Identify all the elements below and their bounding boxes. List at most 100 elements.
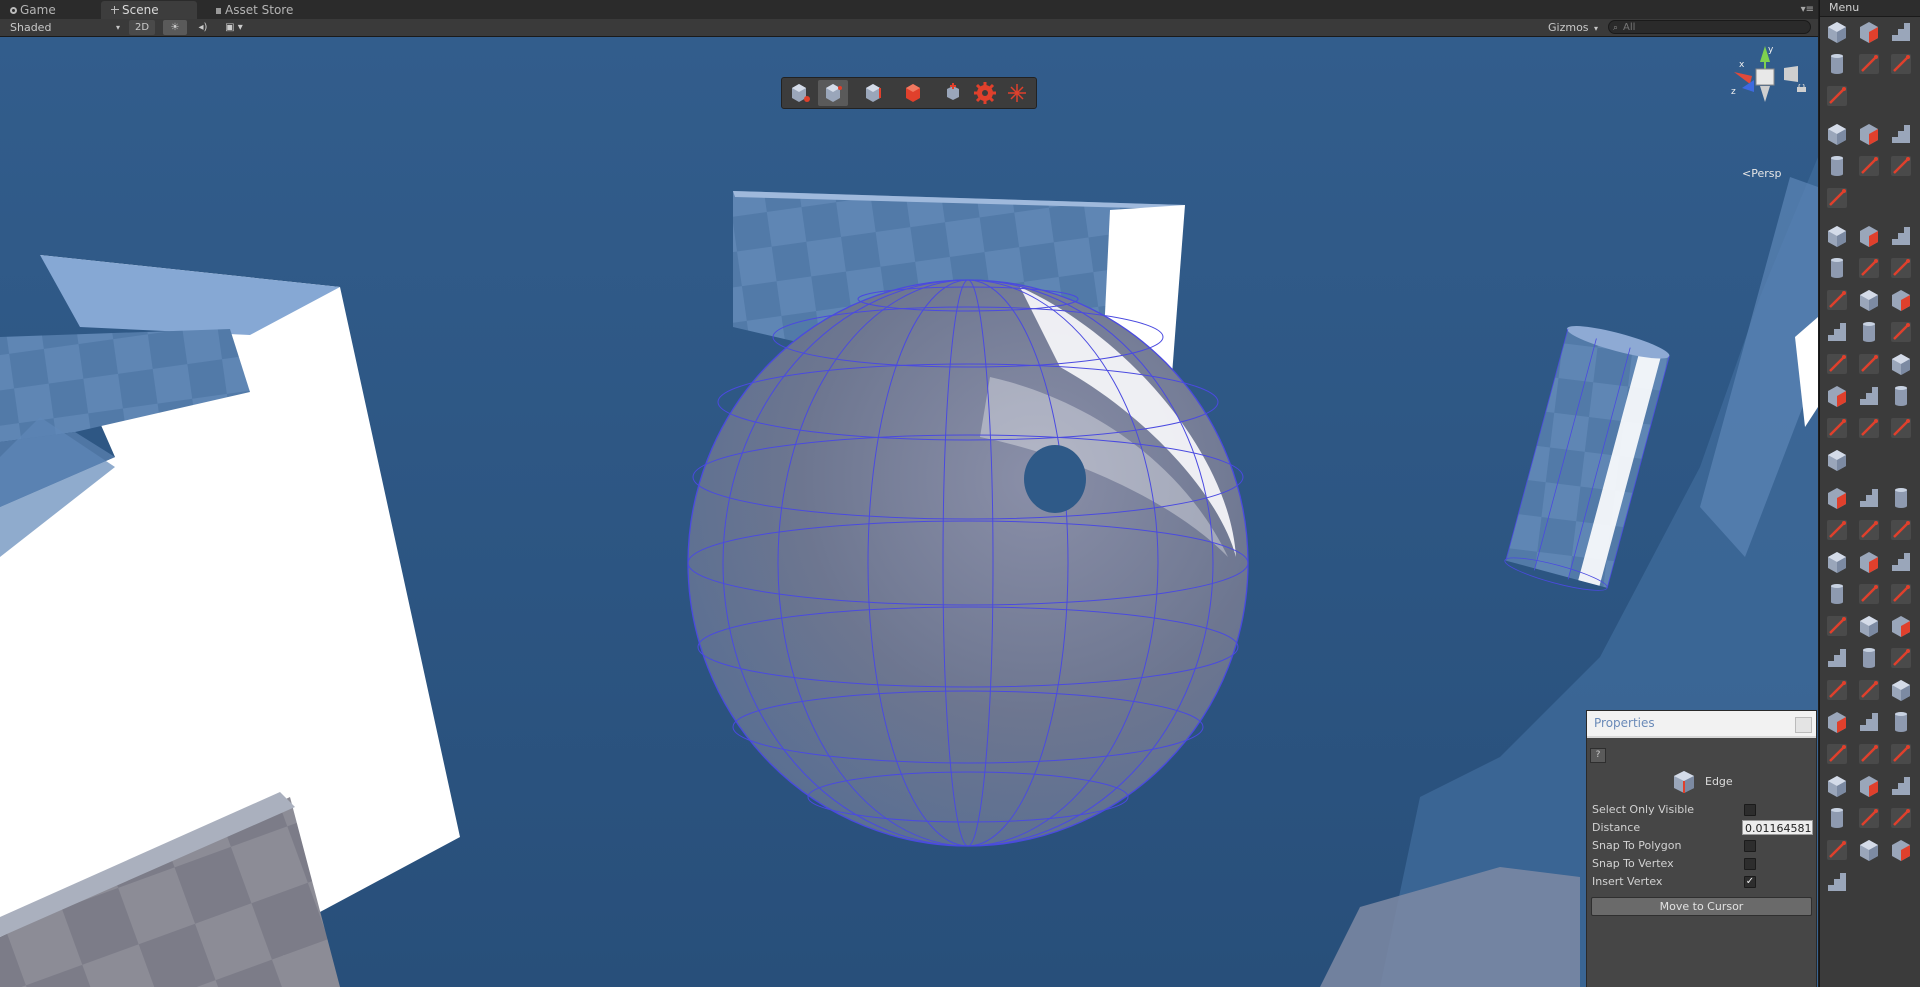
tool-pen-icon[interactable] [1856, 741, 1882, 767]
object-mode-button[interactable] [784, 80, 814, 106]
tool-arrow-icon[interactable] [1824, 83, 1850, 109]
tab-scene[interactable]: Scene [101, 1, 197, 19]
tool-arrow-icon[interactable] [1888, 741, 1914, 767]
tool-cube-icon[interactable] [1856, 287, 1882, 313]
tab-options-menu-icon[interactable]: ▾≡ [1801, 4, 1814, 15]
tool-stairs-icon[interactable] [1824, 645, 1850, 671]
tool-cylinder-icon[interactable] [1888, 485, 1914, 511]
tool-stairs-icon[interactable] [1888, 549, 1914, 575]
tab-asset-store[interactable]: Asset Store [206, 1, 316, 19]
tool-cube-red-icon[interactable] [1824, 485, 1850, 511]
tool-cube-icon[interactable] [1824, 447, 1850, 473]
scene-effects-dropdown[interactable]: ▣ ▾ [219, 20, 249, 35]
face-mode-button[interactable] [898, 80, 928, 106]
tool-gear-icon[interactable] [1856, 255, 1882, 281]
tool-pen-icon[interactable] [1888, 581, 1914, 607]
tool-cube-red-icon[interactable] [1824, 383, 1850, 409]
tool-cube-icon[interactable] [1856, 613, 1882, 639]
tool-stairs-icon[interactable] [1856, 485, 1882, 511]
scene-search-input[interactable]: ⌕ All [1608, 20, 1811, 34]
tool-cube-red-icon[interactable] [1824, 709, 1850, 735]
select-only-visible-checkbox[interactable] [1744, 804, 1756, 816]
tool-cube-icon[interactable] [1824, 19, 1850, 45]
gizmos-dropdown[interactable]: Gizmos ▾ [1548, 19, 1604, 36]
tool-cube-red-icon[interactable] [1888, 287, 1914, 313]
orientation-gizmo[interactable]: x y z [1728, 42, 1802, 112]
tool-gear-icon[interactable] [1856, 153, 1882, 179]
tool-cube-icon[interactable] [1824, 223, 1850, 249]
tool-gear-icon[interactable] [1856, 581, 1882, 607]
tool-stairs-icon[interactable] [1888, 121, 1914, 147]
tool-pen-icon[interactable] [1888, 255, 1914, 281]
tool-cube-red-icon[interactable] [1856, 121, 1882, 147]
shading-mode-dropdown[interactable]: Shaded ▾ [10, 19, 122, 36]
tool-gear-icon[interactable] [1824, 517, 1850, 543]
tool-cube-icon[interactable] [1888, 351, 1914, 377]
tool-cube-icon[interactable] [1824, 773, 1850, 799]
tool-arrow-icon[interactable] [1856, 677, 1882, 703]
tool-gear-icon[interactable] [1888, 319, 1914, 345]
tool-pen-icon[interactable] [1824, 677, 1850, 703]
tool-cube-red-icon[interactable] [1856, 773, 1882, 799]
tool-arrow-icon[interactable] [1824, 185, 1850, 211]
tool-gear-icon[interactable] [1824, 415, 1850, 441]
tool-cylinder-icon[interactable] [1888, 383, 1914, 409]
pivot-button[interactable] [938, 80, 968, 106]
tool-cube-red-icon[interactable] [1856, 19, 1882, 45]
tool-gear-icon[interactable] [1856, 805, 1882, 831]
insert-vertex-checkbox[interactable]: ✓ [1744, 876, 1756, 888]
tool-pen-icon[interactable] [1888, 51, 1914, 77]
settings-button[interactable] [970, 80, 1000, 106]
tool-arrow-icon[interactable] [1888, 415, 1914, 441]
tool-cube-icon[interactable] [1888, 677, 1914, 703]
distance-field[interactable]: 0.01164581 [1742, 820, 1813, 835]
properties-title-bar[interactable]: Properties [1587, 711, 1816, 738]
tool-stairs-icon[interactable] [1888, 773, 1914, 799]
tool-pen-icon[interactable] [1824, 351, 1850, 377]
tool-cube-red-icon[interactable] [1888, 613, 1914, 639]
vertex-mode-button[interactable] [818, 80, 848, 106]
tool-stairs-icon[interactable] [1824, 869, 1850, 895]
tool-pen-icon[interactable] [1888, 153, 1914, 179]
tab-game[interactable]: Game [0, 1, 80, 19]
tool-cube-icon[interactable] [1856, 837, 1882, 863]
tool-cube-icon[interactable] [1824, 121, 1850, 147]
scene-viewport[interactable]: x y z <Persp Properties ? Edge Select On… [0, 37, 1818, 987]
tool-cylinder-icon[interactable] [1888, 709, 1914, 735]
tool-cylinder-icon[interactable] [1824, 153, 1850, 179]
tool-cube-icon[interactable] [1824, 549, 1850, 575]
tool-arrow-icon[interactable] [1856, 351, 1882, 377]
projection-toggle[interactable]: <Persp [1742, 167, 1781, 180]
tool-pen-icon[interactable] [1856, 415, 1882, 441]
tool-arrow-icon[interactable] [1888, 517, 1914, 543]
snap-to-vertex-checkbox[interactable] [1744, 858, 1756, 870]
tool-arrow-icon[interactable] [1824, 287, 1850, 313]
tool-cylinder-icon[interactable] [1824, 805, 1850, 831]
tool-cylinder-icon[interactable] [1824, 255, 1850, 281]
tool-cube-red-icon[interactable] [1888, 837, 1914, 863]
tool-arrow-icon[interactable] [1824, 837, 1850, 863]
tool-gear-icon[interactable] [1888, 645, 1914, 671]
snap-to-polygon-checkbox[interactable] [1744, 840, 1756, 852]
tool-gear-icon[interactable] [1856, 51, 1882, 77]
edge-mode-button[interactable] [858, 80, 888, 106]
tool-cube-red-icon[interactable] [1856, 223, 1882, 249]
tool-gear-icon[interactable] [1824, 741, 1850, 767]
lock-icon[interactable] [1797, 84, 1806, 92]
scene-audio-button[interactable]: ◂) [192, 20, 214, 35]
tool-stairs-icon[interactable] [1856, 383, 1882, 409]
tool-cube-red-icon[interactable] [1856, 549, 1882, 575]
close-button[interactable] [1795, 717, 1812, 733]
handle-center-button[interactable] [1002, 80, 1032, 106]
tool-pen-icon[interactable] [1856, 517, 1882, 543]
move-to-cursor-button[interactable]: Move to Cursor [1591, 897, 1812, 916]
tool-arrow-icon[interactable] [1824, 613, 1850, 639]
tool-stairs-icon[interactable] [1856, 709, 1882, 735]
tool-stairs-icon[interactable] [1888, 223, 1914, 249]
toggle-2d-button[interactable]: 2D [129, 20, 155, 35]
tool-stairs-icon[interactable] [1824, 319, 1850, 345]
tool-cylinder-icon[interactable] [1856, 645, 1882, 671]
tool-cylinder-icon[interactable] [1824, 581, 1850, 607]
scene-lighting-button[interactable]: ☀ [163, 20, 187, 35]
tool-cylinder-icon[interactable] [1824, 51, 1850, 77]
